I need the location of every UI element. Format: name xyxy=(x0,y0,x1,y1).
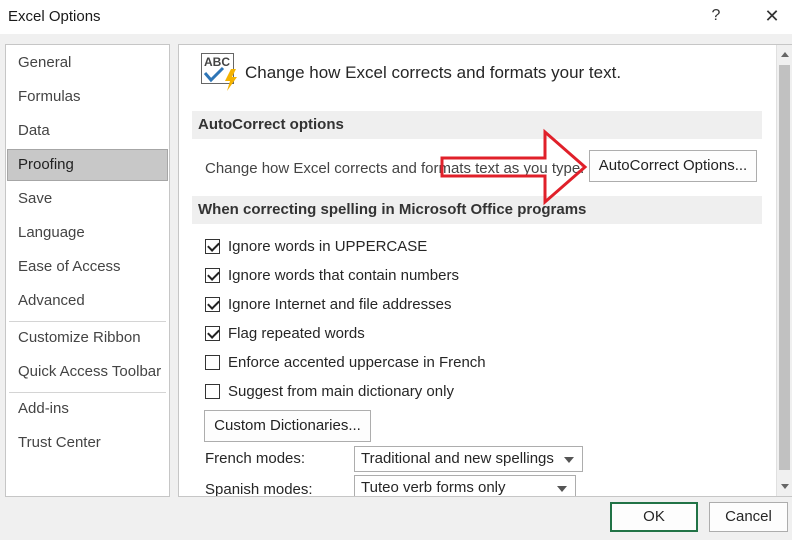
cancel-label: Cancel xyxy=(725,508,772,525)
option-label: Ignore words that contain numbers xyxy=(228,266,459,284)
sidebar-item-customize-ribbon[interactable]: Customize Ribbon xyxy=(7,322,168,354)
spanish-modes-select[interactable]: Tuteo verb forms only xyxy=(354,475,576,496)
sidebar-item-save[interactable]: Save xyxy=(7,183,168,215)
scroll-thumb[interactable] xyxy=(779,65,790,470)
checkbox[interactable] xyxy=(205,267,220,283)
scroll-up-icon[interactable] xyxy=(781,52,789,57)
ok-button[interactable]: OK xyxy=(610,502,698,532)
spanish-modes-value: Tuteo verb forms only xyxy=(361,479,506,496)
checkbox[interactable] xyxy=(205,325,220,341)
chevron-down-icon xyxy=(564,457,574,463)
autocorrect-section-title: AutoCorrect options xyxy=(192,111,762,139)
sidebar-item-quick-access-toolbar[interactable]: Quick Access Toolbar xyxy=(7,356,168,388)
sidebar-item-formulas[interactable]: Formulas xyxy=(7,81,168,113)
sidebar-item-proofing[interactable]: Proofing xyxy=(7,149,168,181)
checkbox[interactable] xyxy=(205,383,220,399)
option-enforce-accented-uppercase[interactable]: Enforce accented uppercase in French xyxy=(205,351,486,373)
checkbox[interactable] xyxy=(205,296,220,312)
sidebar-item-trust-center[interactable]: Trust Center xyxy=(7,427,168,459)
custom-dictionaries-label: Custom Dictionaries... xyxy=(214,417,361,434)
spanish-modes-label: Spanish modes: xyxy=(205,481,313,497)
option-main-dictionary-only[interactable]: Suggest from main dictionary only xyxy=(205,380,454,402)
abc-proofing-icon: ABC xyxy=(201,53,241,93)
autocorrect-options-label: AutoCorrect Options... xyxy=(598,157,748,174)
sidebar-item-data[interactable]: Data xyxy=(7,115,168,147)
custom-dictionaries-button[interactable]: Custom Dictionaries... xyxy=(204,410,371,442)
french-modes-value: Traditional and new spellings xyxy=(361,450,554,467)
autocorrect-description: Change how Excel corrects and formats te… xyxy=(205,160,585,177)
window-title: Excel Options xyxy=(8,8,101,25)
sidebar: General Formulas Data Proofing Save Lang… xyxy=(5,44,170,497)
content-pane: ABC Change how Excel corrects and format… xyxy=(178,44,792,497)
ok-label: OK xyxy=(643,508,665,525)
sidebar-item-general[interactable]: General xyxy=(7,47,168,79)
close-button[interactable]: ✕ xyxy=(758,4,786,28)
french-modes-label: French modes: xyxy=(205,450,306,467)
chevron-down-icon xyxy=(557,486,567,492)
option-ignore-numbers[interactable]: Ignore words that contain numbers xyxy=(205,264,459,286)
spelling-section-title: When correcting spelling in Microsoft Of… xyxy=(192,196,762,224)
sidebar-item-language[interactable]: Language xyxy=(7,217,168,249)
autocorrect-options-button[interactable]: AutoCorrect Options... xyxy=(589,150,757,182)
cancel-button[interactable]: Cancel xyxy=(709,502,788,532)
page-header: Change how Excel corrects and formats yo… xyxy=(245,63,622,82)
option-label: Enforce accented uppercase in French xyxy=(228,353,486,371)
help-button[interactable]: ? xyxy=(704,4,728,28)
option-label: Suggest from main dictionary only xyxy=(228,382,454,400)
title-bar: Excel Options ? ✕ xyxy=(0,0,792,34)
checkbox[interactable] xyxy=(205,354,220,370)
abc-icon-text: ABC xyxy=(204,55,230,69)
option-flag-repeated-words[interactable]: Flag repeated words xyxy=(205,322,365,344)
sidebar-item-advanced[interactable]: Advanced xyxy=(7,285,168,317)
option-label: Ignore words in UPPERCASE xyxy=(228,237,428,255)
scroll-down-icon[interactable] xyxy=(781,484,789,489)
sidebar-item-ease-of-access[interactable]: Ease of Access xyxy=(7,251,168,283)
option-ignore-uppercase[interactable]: Ignore words in UPPERCASE xyxy=(205,235,427,257)
sidebar-item-add-ins[interactable]: Add-ins xyxy=(7,393,168,425)
checkbox[interactable] xyxy=(205,238,220,254)
option-label: Flag repeated words xyxy=(228,324,365,342)
option-label: Ignore Internet and file addresses xyxy=(228,295,452,313)
french-modes-select[interactable]: Traditional and new spellings xyxy=(354,446,583,472)
option-ignore-internet-addresses[interactable]: Ignore Internet and file addresses xyxy=(205,293,451,315)
content-scrollbar[interactable] xyxy=(776,45,792,496)
